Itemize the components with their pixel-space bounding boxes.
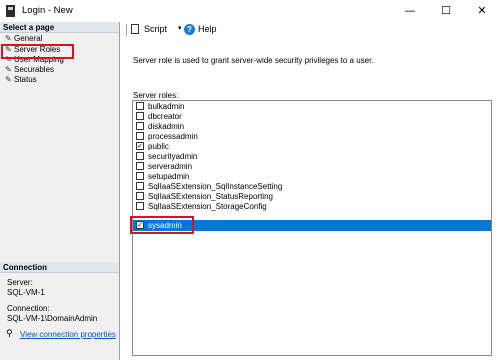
role-checkbox[interactable] <box>136 112 144 120</box>
select-page-header: Select a page <box>0 22 119 33</box>
minimize-button[interactable]: — <box>392 0 428 22</box>
role-checkbox[interactable] <box>136 172 144 180</box>
help-icon[interactable]: ? <box>184 24 195 35</box>
server-roles-label: Server roles: <box>133 91 179 100</box>
view-connection-properties-link[interactable]: View connection properties <box>20 330 116 340</box>
role-checkbox[interactable] <box>136 182 144 190</box>
window-title: Login - New <box>22 5 73 16</box>
page-item-securables[interactable]: ✎ Securables <box>5 65 54 75</box>
connection-label: Connection: <box>7 304 50 313</box>
page-item-label: General <box>14 34 43 43</box>
sysadmin-highlight-box <box>130 216 194 234</box>
close-button[interactable]: ✕ <box>464 0 500 22</box>
role-checkbox[interactable] <box>136 132 144 140</box>
page-item-status[interactable]: ✎ Status <box>5 75 37 85</box>
connection-value: SQL-VM-1\DomainAdmin <box>7 314 98 323</box>
wrench-icon: ✎ <box>5 75 12 84</box>
role-checkbox[interactable] <box>136 192 144 200</box>
maximize-button[interactable]: ☐ <box>428 0 464 22</box>
page-item-label: Status <box>14 75 37 84</box>
title-bar: Login - New — ☐ ✕ <box>0 0 500 22</box>
role-checkbox[interactable] <box>136 162 144 170</box>
page-item-general[interactable]: ✎ General <box>5 34 42 44</box>
role-checkbox[interactable] <box>136 152 144 160</box>
server-value: SQL-VM-1 <box>7 288 45 297</box>
script-icon[interactable] <box>131 24 139 34</box>
role-row-sqliaasextension-storageconfig[interactable]: SqlIaaSExtension_StorageConfig <box>133 201 491 212</box>
help-button[interactable]: Help <box>198 24 217 34</box>
toolbar-separator <box>126 24 127 36</box>
page-description: Server role is used to grant server-wide… <box>133 56 374 65</box>
role-checkbox[interactable] <box>136 202 144 210</box>
wrench-icon: ✎ <box>5 65 12 74</box>
page-item-label: Securables <box>14 65 55 74</box>
left-pane: Select a page ✎ General ✎ Server Roles ✎ Us… <box>0 22 120 360</box>
role-name: SqlIaaSExtension_StorageConfig <box>148 202 267 211</box>
connection-properties-icon: ⚲ <box>6 329 13 339</box>
app-icon <box>6 5 15 17</box>
script-button[interactable]: Script <box>144 24 167 34</box>
role-checkbox[interactable] <box>136 122 144 130</box>
wrench-icon: ✎ <box>5 34 12 43</box>
role-checkbox[interactable] <box>136 102 144 110</box>
server-roles-highlight-box <box>1 44 74 59</box>
chevron-down-icon[interactable]: ▾ <box>178 24 182 32</box>
connection-header: Connection <box>0 262 119 273</box>
role-checkbox[interactable]: ✓ <box>136 142 144 150</box>
server-label: Server: <box>7 278 33 287</box>
